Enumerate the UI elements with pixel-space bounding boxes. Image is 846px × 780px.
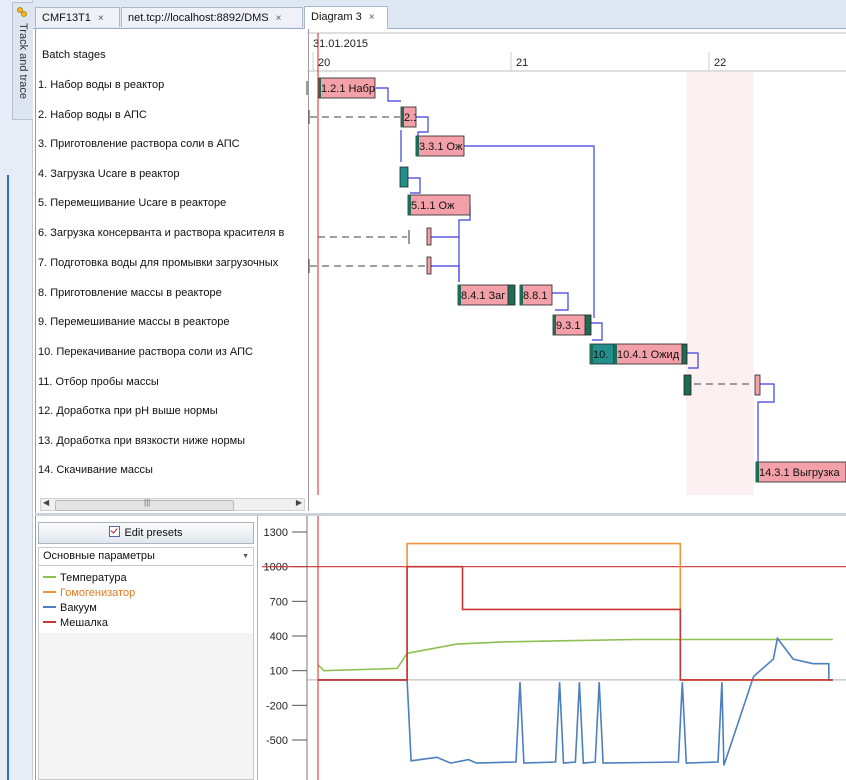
task-bar-label: 10.4.1 Ожид [617,349,680,361]
scrollbar-grip-icon: ||| [144,498,151,507]
task-marker[interactable] [754,374,761,396]
stages-horizontal-scrollbar[interactable]: ◀ ||| ▶ [40,498,305,511]
day-label: 22 [714,57,726,69]
dependency-link [552,292,569,311]
task-marker[interactable] [683,374,692,396]
task-marker[interactable] [426,227,432,246]
legend-label: Температура [60,572,127,584]
chevron-down-icon: ▼ [242,553,249,560]
scroll-left-icon[interactable]: ◀ [43,498,49,507]
checklist-icon [109,526,121,537]
legend-swatch [43,621,56,623]
legend-label: Мешалка [60,617,108,629]
edit-presets-button[interactable]: Edit presets [38,522,254,544]
task-bar-label: 3.3.1 Ож [419,141,463,153]
task-bar-label: 9.3.1 [556,320,580,332]
day-label: 21 [516,57,528,69]
dependency-link [408,177,421,194]
preset-dropdown[interactable]: Основные параметры ▼ [38,547,254,566]
gantt-chart[interactable]: 31.01.2015 20 21 22 1.2.1 Набрать в 2.1 3.3.… [0,0,846,495]
task-bar-label: 8.4.1 Заг [461,290,505,302]
legend-item[interactable]: Гомогенизатор [43,586,135,600]
scroll-right-icon[interactable]: ▶ [296,498,302,507]
dependency-link [757,383,775,462]
legend-swatch [43,606,56,608]
task-bar-label: 8.8.1 [523,290,547,302]
task-bar-label: 10. [593,349,608,361]
day-label: 20 [318,57,330,69]
weekend-highlight [686,72,754,495]
task-marker[interactable] [426,256,432,275]
task-bar-label: 14.3.1 Выгрузка [759,467,840,479]
task-bar-label: 1.2.1 Набрать в [321,83,401,95]
dependency-link [590,322,603,341]
dependency-link [430,265,460,282]
timeline-day-labels: 20 21 22 [312,52,726,71]
parameters-legend: Температура Гомогенизатор Вакуум Мешалка [38,567,254,780]
timeline-date-label: 31.01.2015 [313,38,368,50]
legend-label: Вакуум [60,602,97,614]
legend-label: Гомогенизатор [60,587,136,599]
legend-swatch [43,576,56,578]
presets-panel: Edit presets Основные параметры ▼ Темпер… [36,516,258,780]
task-bar-label: 2.1 [404,112,419,124]
legend-item[interactable]: Вакуум [43,601,97,615]
legend-item[interactable]: Температура [43,571,127,585]
task-bar-label: 5.1.1 Ож [411,200,455,212]
task-bars: 1.2.1 Набрать в 2.1 3.3.1 Ож 5.1.1 Ож 8.4.1 … [306,77,846,483]
task-marker[interactable] [399,166,409,188]
legend-swatch [43,591,56,593]
legend-item[interactable]: Мешалка [43,616,108,630]
preset-selected-value: Основные параметры [43,550,155,562]
dependency-link [376,87,401,102]
edit-presets-label: Edit presets [124,527,183,539]
dependency-link [458,205,471,282]
